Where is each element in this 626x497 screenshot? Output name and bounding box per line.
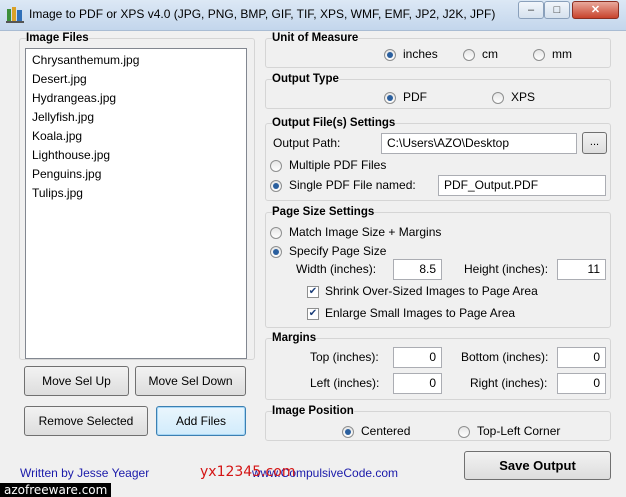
multiple-pdf-label: Multiple PDF Files [289, 158, 387, 172]
height-label: Height (inches): [464, 262, 549, 276]
move-sel-down-button[interactable]: Move Sel Down [135, 366, 246, 396]
enlarge-label: Enlarge Small Images to Page Area [325, 306, 516, 320]
enlarge-checkbox[interactable]: ✔ [307, 308, 319, 320]
pdf-radio[interactable] [384, 92, 396, 104]
match-image-size-label: Match Image Size + Margins [289, 225, 442, 239]
right-margin-field[interactable]: 0 [557, 373, 606, 394]
save-output-button[interactable]: Save Output [464, 451, 611, 480]
top-margin-field[interactable]: 0 [393, 347, 442, 368]
minimize-button[interactable]: – [518, 1, 544, 19]
top-left-corner-label: Top-Left Corner [477, 424, 561, 438]
shrink-label: Shrink Over-Sized Images to Page Area [325, 284, 538, 298]
image-position-title: Image Position [272, 405, 354, 417]
list-item[interactable]: Koala.jpg [26, 127, 246, 146]
width-field[interactable]: 8.5 [393, 259, 442, 280]
remove-selected-button[interactable]: Remove Selected [24, 406, 148, 436]
right-margin-label: Right (inches): [470, 376, 548, 390]
watermark-url: azofreeware.com [0, 483, 112, 497]
maximize-button[interactable]: □ [544, 1, 570, 19]
browse-button[interactable]: ... [582, 132, 607, 154]
single-pdf-label: Single PDF File named: [289, 178, 416, 192]
xps-label: XPS [511, 90, 536, 104]
list-item[interactable]: Desert.jpg [26, 70, 246, 89]
top-left-corner-radio[interactable] [458, 426, 470, 438]
image-file-list[interactable]: Chrysanthemum.jpg Desert.jpg Hydrangeas.jp… [25, 48, 247, 359]
list-item[interactable]: Lighthouse.jpg [26, 146, 246, 165]
mm-radio[interactable] [533, 49, 545, 61]
output-type-title: Output Type [272, 73, 339, 85]
left-margin-label: Left (inches): [310, 376, 380, 390]
window-title: Image to PDF or XPS v4.0 (JPG, PNG, BMP,… [29, 7, 496, 21]
inches-label: inches [403, 47, 438, 61]
list-item[interactable]: Tulips.jpg [26, 184, 246, 203]
list-item[interactable]: Jellyfish.jpg [26, 108, 246, 127]
mm-label: mm [552, 47, 572, 61]
add-files-button[interactable]: Add Files [156, 406, 246, 436]
list-item[interactable]: Chrysanthemum.jpg [26, 51, 246, 70]
top-margin-label: Top (inches): [310, 350, 379, 364]
move-sel-up-button[interactable]: Move Sel Up [24, 366, 129, 396]
bottom-margin-field[interactable]: 0 [557, 347, 606, 368]
page-size-title: Page Size Settings [272, 206, 375, 218]
unit-of-measure-title: Unit of Measure [272, 32, 359, 44]
close-button[interactable]: ✕ [572, 1, 619, 19]
centered-radio[interactable] [342, 426, 354, 438]
single-pdf-name-field[interactable]: PDF_Output.PDF [438, 175, 606, 196]
app-window: Image to PDF or XPS v4.0 (JPG, PNG, BMP,… [0, 0, 626, 497]
margins-title: Margins [272, 332, 317, 344]
multiple-pdf-radio[interactable] [270, 160, 282, 172]
watermark-red: yx12345.com [200, 464, 296, 480]
app-icon [6, 7, 24, 23]
output-path-field[interactable]: C:\Users\AZO\Desktop [381, 133, 577, 154]
specify-page-size-radio[interactable] [270, 246, 282, 258]
author-link[interactable]: Written by Jesse Yeager [20, 466, 149, 480]
centered-label: Centered [361, 424, 411, 438]
left-margin-field[interactable]: 0 [393, 373, 442, 394]
match-image-size-radio[interactable] [270, 227, 282, 239]
height-field[interactable]: 11 [557, 259, 606, 280]
cm-label: cm [482, 47, 498, 61]
list-item[interactable]: Hydrangeas.jpg [26, 89, 246, 108]
title-bar: Image to PDF or XPS v4.0 (JPG, PNG, BMP,… [0, 0, 626, 31]
xps-radio[interactable] [492, 92, 504, 104]
inches-radio[interactable] [384, 49, 396, 61]
specify-page-size-label: Specify Page Size [289, 244, 387, 258]
width-label: Width (inches): [296, 262, 377, 276]
cm-radio[interactable] [463, 49, 475, 61]
shrink-checkbox[interactable]: ✔ [307, 286, 319, 298]
list-item[interactable]: Penguins.jpg [26, 165, 246, 184]
bottom-margin-label: Bottom (inches): [461, 350, 549, 364]
output-files-title: Output File(s) Settings [272, 117, 396, 129]
output-path-label: Output Path: [273, 136, 341, 150]
pdf-label: PDF [403, 90, 427, 104]
single-pdf-radio[interactable] [270, 180, 282, 192]
image-files-title: Image Files [26, 32, 89, 44]
